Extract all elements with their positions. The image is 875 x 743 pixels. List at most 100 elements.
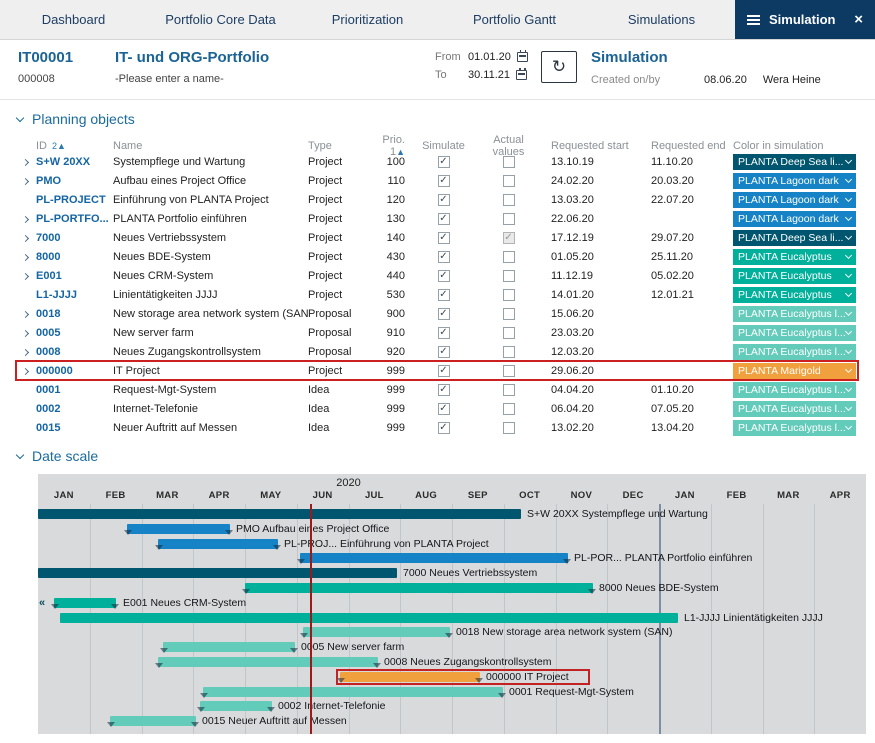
- nav-tab-portfolio-core-data[interactable]: Portfolio Core Data: [147, 0, 294, 39]
- row-id[interactable]: E001: [36, 270, 113, 282]
- expand-icon[interactable]: [22, 177, 29, 184]
- row-id[interactable]: 0002: [36, 403, 113, 415]
- table-row[interactable]: 0008 Neues Zugangskontrollsystem Proposa…: [16, 342, 858, 361]
- expand-icon[interactable]: [22, 367, 29, 374]
- gantt-canvas[interactable]: 2020 JANFEBMARAPRMAYJUNJULAUGSEPOCTNOVDE…: [38, 474, 866, 734]
- gantt-bar[interactable]: [127, 524, 230, 534]
- close-icon[interactable]: ×: [854, 11, 863, 28]
- nav-tab-simulations[interactable]: Simulations: [588, 0, 735, 39]
- row-id[interactable]: S+W 20XX: [36, 156, 113, 168]
- simulate-checkbox[interactable]: ✓: [438, 194, 450, 206]
- color-dropdown[interactable]: PLANTA Eucalyptus: [733, 249, 856, 265]
- simulate-checkbox[interactable]: ✓: [438, 251, 450, 263]
- expand-icon[interactable]: [22, 348, 29, 355]
- color-dropdown[interactable]: PLANTA Eucalyptus: [733, 268, 856, 284]
- color-dropdown[interactable]: PLANTA Lagoon dark: [733, 211, 856, 227]
- col-actual-values[interactable]: Actual values: [476, 134, 541, 158]
- actual-values-checkbox[interactable]: [503, 308, 515, 320]
- row-id[interactable]: 0018: [36, 308, 113, 320]
- gantt-bar[interactable]: [245, 583, 593, 593]
- row-id[interactable]: L1-JJJJ: [36, 289, 113, 301]
- color-dropdown[interactable]: PLANTA Eucalyptus l...: [733, 325, 856, 341]
- refresh-button[interactable]: ↻: [541, 51, 577, 83]
- expand-icon[interactable]: [22, 234, 29, 241]
- row-id[interactable]: 0005: [36, 327, 113, 339]
- gantt-bar[interactable]: [303, 627, 450, 637]
- simulate-checkbox[interactable]: ✓: [438, 327, 450, 339]
- expand-icon[interactable]: [22, 272, 29, 279]
- color-dropdown[interactable]: PLANTA Deep Sea li...: [733, 230, 856, 246]
- portfolio-subtitle[interactable]: -Please enter a name-: [115, 73, 435, 85]
- simulate-checkbox[interactable]: ✓: [438, 232, 450, 244]
- color-dropdown[interactable]: PLANTA Lagoon dark: [733, 192, 856, 208]
- planning-objects-section-header[interactable]: Planning objects: [0, 100, 875, 134]
- gantt-bar[interactable]: [38, 568, 397, 578]
- table-row[interactable]: PMO Aufbau eines Project Office Project …: [16, 171, 858, 190]
- table-row[interactable]: 8000 Neues BDE-System Project 430 ✓ 01.0…: [16, 247, 858, 266]
- gantt-bar[interactable]: [54, 598, 116, 608]
- table-row[interactable]: 0002 Internet-Telefonie Idea 999 ✓ 06.04…: [16, 399, 858, 418]
- to-date-field[interactable]: 30.11.21: [468, 69, 510, 81]
- table-row[interactable]: S+W 20XX Systempflege und Wartung Projec…: [16, 152, 858, 171]
- simulate-checkbox[interactable]: ✓: [438, 213, 450, 225]
- row-id[interactable]: PL-PORTFO...: [36, 213, 113, 225]
- date-scale-section-header[interactable]: Date scale: [0, 437, 875, 471]
- simulate-checkbox[interactable]: ✓: [438, 308, 450, 320]
- simulate-checkbox[interactable]: ✓: [438, 346, 450, 358]
- gantt-bar[interactable]: [300, 553, 568, 563]
- col-name[interactable]: Name: [113, 140, 308, 152]
- table-row[interactable]: 7000 Neues Vertriebssystem Project 140 ✓…: [16, 228, 858, 247]
- gantt-bar[interactable]: [38, 509, 521, 519]
- gantt-bar[interactable]: [110, 716, 196, 726]
- row-id[interactable]: 0015: [36, 422, 113, 434]
- actual-values-checkbox[interactable]: [503, 213, 515, 225]
- actual-values-checkbox[interactable]: [503, 422, 515, 434]
- nav-tab-portfolio-gantt[interactable]: Portfolio Gantt: [441, 0, 588, 39]
- expand-icon[interactable]: [22, 310, 29, 317]
- color-dropdown[interactable]: PLANTA Eucalyptus: [733, 287, 856, 303]
- row-id[interactable]: PL-PROJECT: [36, 194, 113, 206]
- color-dropdown[interactable]: PLANTA Eucalyptus l...: [733, 382, 856, 398]
- nav-tab-dashboard[interactable]: Dashboard: [0, 0, 147, 39]
- simulate-checkbox[interactable]: ✓: [438, 365, 450, 377]
- color-dropdown[interactable]: PLANTA Deep Sea li...: [733, 154, 856, 170]
- color-dropdown[interactable]: PLANTA Eucalyptus l...: [733, 401, 856, 417]
- col-requested-start[interactable]: Requested start: [541, 140, 641, 152]
- simulate-checkbox[interactable]: ✓: [438, 270, 450, 282]
- col-prio[interactable]: Prio. 1▲: [368, 134, 411, 158]
- row-id[interactable]: 7000: [36, 232, 113, 244]
- actual-values-checkbox[interactable]: ✓: [503, 232, 515, 244]
- calendar-icon[interactable]: [516, 70, 527, 80]
- table-row[interactable]: E001 Neues CRM-System Project 440 ✓ 11.1…: [16, 266, 858, 285]
- from-date-field[interactable]: 01.01.20: [468, 51, 511, 63]
- table-row[interactable]: 0005 New server farm Proposal 910 ✓ 23.0…: [16, 323, 858, 342]
- color-dropdown[interactable]: PLANTA Eucalyptus l...: [733, 344, 856, 360]
- expand-icon[interactable]: [22, 158, 29, 165]
- expand-icon[interactable]: [22, 329, 29, 336]
- menu-icon[interactable]: [747, 15, 760, 25]
- gantt-bar[interactable]: [203, 687, 503, 697]
- actual-values-checkbox[interactable]: [503, 156, 515, 168]
- simulate-checkbox[interactable]: ✓: [438, 422, 450, 434]
- actual-values-checkbox[interactable]: [503, 346, 515, 358]
- col-color-in-simulation[interactable]: Color in simulation: [733, 140, 856, 152]
- actual-values-checkbox[interactable]: [503, 384, 515, 396]
- col-id[interactable]: ID: [36, 140, 47, 152]
- actual-values-checkbox[interactable]: [503, 403, 515, 415]
- simulate-checkbox[interactable]: ✓: [438, 289, 450, 301]
- row-id[interactable]: 0008: [36, 346, 113, 358]
- expand-icon[interactable]: [22, 253, 29, 260]
- simulate-checkbox[interactable]: ✓: [438, 175, 450, 187]
- color-dropdown[interactable]: PLANTA Eucalyptus l...: [733, 420, 856, 436]
- actual-values-checkbox[interactable]: [503, 365, 515, 377]
- table-row[interactable]: PL-PORTFO... PLANTA Portfolio einführen …: [16, 209, 858, 228]
- actual-values-checkbox[interactable]: [503, 194, 515, 206]
- actual-values-checkbox[interactable]: [503, 251, 515, 263]
- actual-values-checkbox[interactable]: [503, 175, 515, 187]
- gantt-bar[interactable]: [158, 657, 378, 667]
- actual-values-checkbox[interactable]: [503, 289, 515, 301]
- simulate-checkbox[interactable]: ✓: [438, 403, 450, 415]
- nav-tab-prioritization[interactable]: Prioritization: [294, 0, 441, 39]
- gantt-bar[interactable]: [163, 642, 295, 652]
- color-dropdown[interactable]: PLANTA Marigold: [733, 363, 856, 379]
